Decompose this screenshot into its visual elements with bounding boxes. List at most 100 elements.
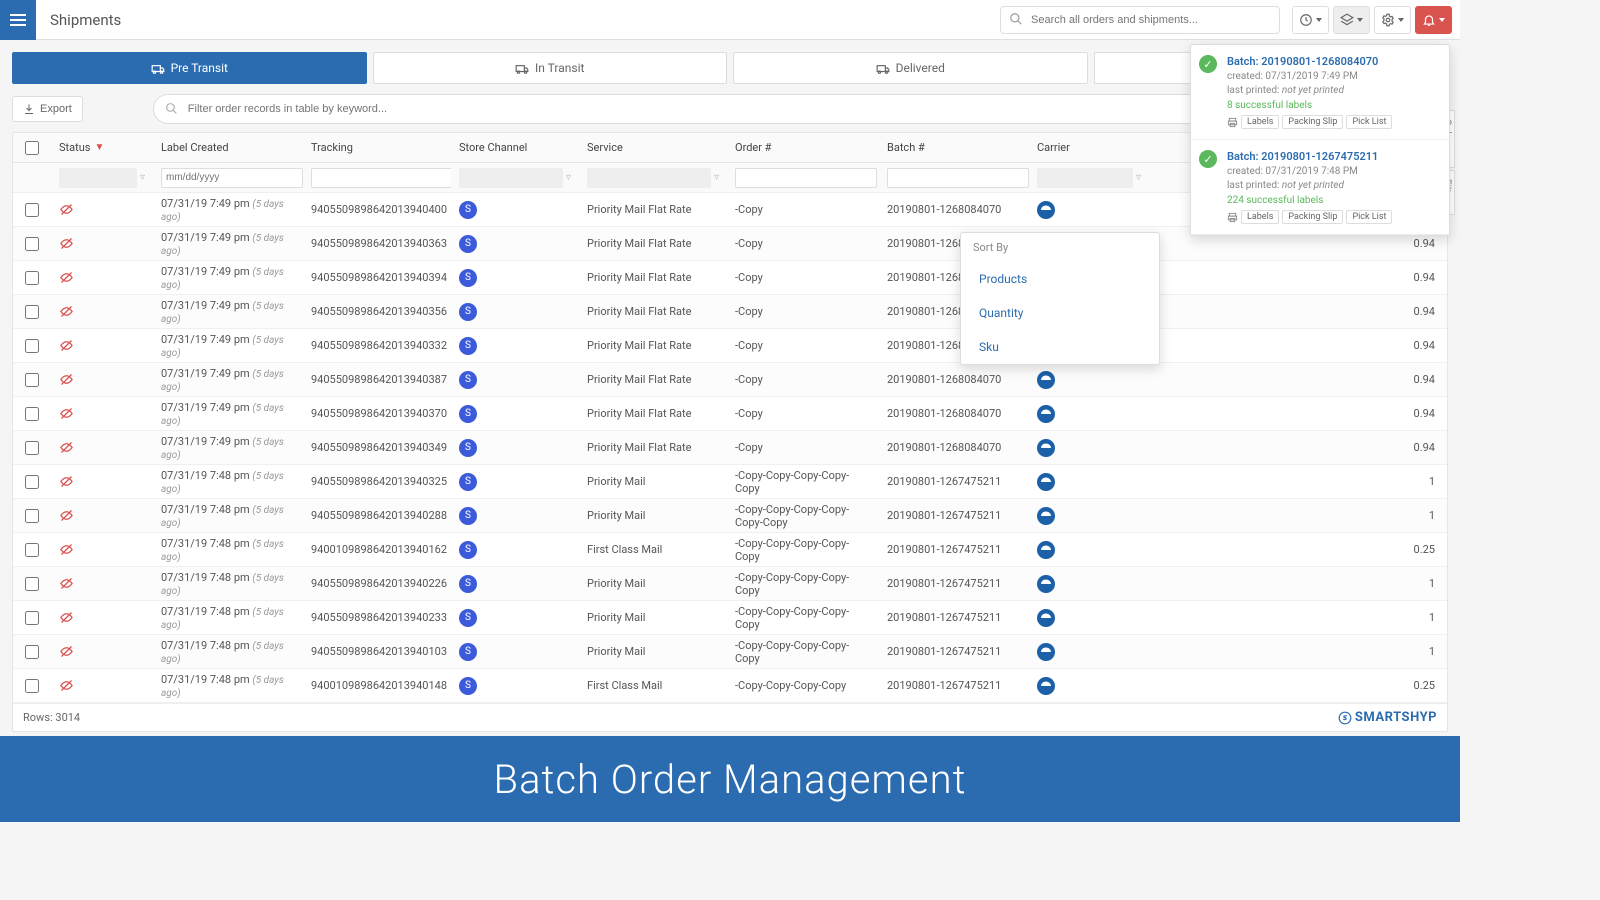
filter-icon[interactable]: ▿	[140, 172, 145, 183]
filter-store[interactable]	[459, 168, 563, 188]
row-checkbox[interactable]	[25, 679, 39, 693]
row-checkbox[interactable]	[25, 475, 39, 489]
row-checkbox[interactable]	[25, 339, 39, 353]
notif-chip[interactable]: Pick List	[1346, 115, 1392, 129]
label-created: 07/31/19 7:48 pm (5 days ago)	[161, 673, 295, 699]
col-tracking[interactable]: Tracking	[311, 141, 353, 154]
notif-title[interactable]: Batch: 20190801-1267475211	[1227, 150, 1439, 163]
tab-pre-transit[interactable]: Pre Transit	[12, 52, 367, 84]
store-channel-icon: S	[459, 473, 477, 491]
notif-chip[interactable]: Packing Slip	[1282, 210, 1343, 224]
notif-chip[interactable]: Packing Slip	[1282, 115, 1343, 129]
printer-icon	[1227, 117, 1238, 128]
filter-icon[interactable]: ▿	[1136, 172, 1141, 183]
notif-printed: last printed: not yet printed	[1227, 84, 1439, 98]
table-row[interactable]: 07/31/19 7:48 pm (5 days ago)94001098986…	[13, 669, 1447, 703]
filter-tracking[interactable]	[311, 168, 451, 188]
table-row[interactable]: 07/31/19 7:49 pm (5 days ago) 94055098986…	[13, 397, 1447, 431]
row-checkbox[interactable]	[25, 611, 39, 625]
service-name: Priority Mail Flat Rate	[587, 305, 691, 318]
settings-dropdown[interactable]	[1374, 6, 1411, 34]
alerts-dropdown[interactable]	[1415, 6, 1452, 34]
tab-delivered[interactable]: Delivered	[733, 52, 1088, 84]
row-checkbox[interactable]	[25, 577, 39, 591]
notif-chip[interactable]: Pick List	[1346, 210, 1392, 224]
tracking-number: 9405509898642013940103	[311, 645, 447, 658]
row-checkbox[interactable]	[25, 543, 39, 557]
order-number: -Copy-Copy-Copy-Copy-Copy	[735, 605, 871, 631]
row-checkbox[interactable]	[25, 203, 39, 217]
table-row[interactable]: 07/31/19 7:48 pm (5 days ago)94055098986…	[13, 499, 1447, 533]
search-icon	[1009, 12, 1023, 26]
sort-option-quantity[interactable]: Quantity	[961, 296, 1159, 330]
store-channel-icon: S	[459, 439, 477, 457]
timer-dropdown[interactable]	[1292, 6, 1329, 34]
row-checkbox[interactable]	[25, 237, 39, 251]
table-row[interactable]: 07/31/19 7:49 pm (5 days ago)94055098986…	[13, 363, 1447, 397]
notif-chip[interactable]: Labels	[1241, 210, 1279, 224]
filter-keyword-input[interactable]	[153, 94, 1250, 124]
sort-option-products[interactable]: Products	[961, 262, 1159, 296]
table-row[interactable]: 07/31/19 7:48 pm (5 days ago)94055098986…	[13, 635, 1447, 669]
sort-desc-icon: ▼	[94, 142, 104, 153]
batch-number: 20190801-1267475211	[887, 679, 1001, 692]
row-checkbox[interactable]	[25, 271, 39, 285]
row-checkbox[interactable]	[25, 305, 39, 319]
filter-icon[interactable]: ▿	[566, 172, 571, 183]
table-row[interactable]: 07/31/19 7:48 pm (5 days ago)94001098986…	[13, 533, 1447, 567]
service-name: Priority Mail	[587, 577, 646, 590]
global-search[interactable]	[1000, 6, 1280, 34]
filter-status[interactable]	[59, 168, 137, 188]
table-row[interactable]: 07/31/19 7:48 pm (5 days ago)94055098986…	[13, 567, 1447, 601]
store-channel-icon: S	[459, 235, 477, 253]
filter-label-created[interactable]	[161, 168, 303, 188]
tab-in-transit[interactable]: In Transit	[373, 52, 728, 84]
row-count: Rows: 3014	[23, 711, 80, 724]
notif-title[interactable]: Batch: 20190801-1268084070	[1227, 55, 1439, 68]
table-row[interactable]: 07/31/19 7:48 pm (5 days ago)94055098986…	[13, 601, 1447, 635]
export-button[interactable]: Export	[12, 96, 83, 122]
row-checkbox[interactable]	[25, 441, 39, 455]
row-checkbox[interactable]	[25, 645, 39, 659]
label-created: 07/31/19 7:49 pm (5 days ago)	[161, 197, 295, 223]
row-checkbox[interactable]	[25, 407, 39, 421]
col-store-channel[interactable]: Store Channel	[459, 141, 527, 154]
row-checkbox[interactable]	[25, 509, 39, 523]
carrier-icon	[1037, 371, 1055, 389]
table-row[interactable]: 07/31/19 7:49 pm (5 days ago)94055098986…	[13, 261, 1447, 295]
col-service[interactable]: Service	[587, 141, 623, 154]
col-carrier[interactable]: Carrier	[1037, 141, 1070, 154]
status-icon	[59, 508, 74, 523]
col-order[interactable]: Order #	[735, 141, 771, 154]
layers-dropdown[interactable]	[1333, 6, 1370, 34]
hamburger-menu[interactable]	[0, 0, 36, 40]
row-checkbox[interactable]	[25, 373, 39, 387]
store-channel-icon: S	[459, 337, 477, 355]
service-name: Priority Mail	[587, 509, 646, 522]
sort-option-sku[interactable]: Sku	[961, 330, 1159, 364]
table-row[interactable]: 07/31/19 7:49 pm (5 days ago)94055098986…	[13, 431, 1447, 465]
global-search-input[interactable]	[1000, 6, 1280, 34]
filter-order[interactable]	[735, 168, 877, 188]
filter-icon[interactable]: ▿	[714, 172, 719, 183]
carrier-icon	[1037, 507, 1055, 525]
label-created: 07/31/19 7:49 pm (5 days ago)	[161, 401, 295, 427]
select-all-checkbox[interactable]	[25, 141, 39, 155]
filter-carrier[interactable]	[1037, 168, 1133, 188]
table-row[interactable]: 07/31/19 7:49 pm (5 days ago)94055098986…	[13, 329, 1447, 363]
table-row[interactable]: 07/31/19 7:48 pm (5 days ago)94055098986…	[13, 465, 1447, 499]
notif-chip[interactable]: Labels	[1241, 115, 1279, 129]
batch-number: 20190801-1267475211	[887, 645, 1001, 658]
col-batch[interactable]: Batch #	[887, 141, 925, 154]
filter-batch[interactable]	[887, 168, 1029, 188]
carrier-icon	[1037, 677, 1055, 695]
filter-service[interactable]	[587, 168, 711, 188]
store-channel-icon: S	[459, 541, 477, 559]
tracking-number: 9405509898642013940370	[311, 407, 447, 420]
table-row[interactable]: 07/31/19 7:49 pm (5 days ago)94055098986…	[13, 295, 1447, 329]
col-label-created[interactable]: Label Created	[161, 141, 229, 154]
batch-number: 20190801-1268084070	[887, 441, 1001, 454]
col-status[interactable]: Status	[59, 141, 90, 154]
carrier-icon	[1037, 609, 1055, 627]
service-name: Priority Mail	[587, 475, 646, 488]
